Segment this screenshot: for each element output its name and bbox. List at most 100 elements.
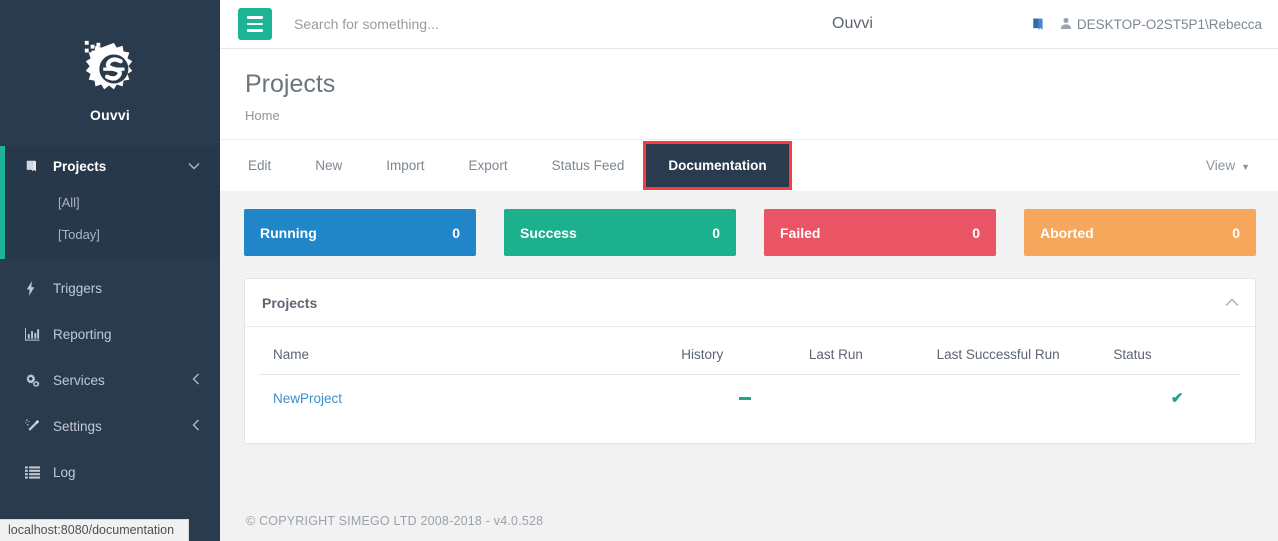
sidebar-item-services[interactable]: Services <box>0 357 220 403</box>
gear-s-logo-icon <box>79 37 141 99</box>
search-input[interactable] <box>294 16 674 32</box>
sidebar-item-reporting[interactable]: Reporting <box>0 311 220 357</box>
tile-count: 0 <box>452 224 460 241</box>
project-link-newproject[interactable]: NewProject <box>273 391 342 406</box>
tab-label: New <box>315 158 343 173</box>
status-bar-url: localhost:8080/documentation <box>8 523 175 537</box>
cell-history <box>681 375 809 422</box>
tile-success[interactable]: Success 0 <box>504 209 736 256</box>
tab-status-feed[interactable]: Status Feed <box>530 140 647 191</box>
projects-panel: Projects Name History Last Run Last Succ… <box>244 278 1256 444</box>
user-label: DESKTOP-O2ST5P1\Rebecca <box>1076 16 1262 32</box>
projects-panel-title: Projects <box>262 294 318 311</box>
main-region: Ouvvi DESKTOP-O2ST5P1\Rebecca Projects H… <box>220 0 1278 541</box>
tile-aborted[interactable]: Aborted 0 <box>1024 209 1256 256</box>
tile-count: 0 <box>972 224 980 241</box>
sidebar-item-projects-all[interactable]: [All] <box>5 186 220 218</box>
app-title: Ouvvi <box>832 15 873 32</box>
status-tiles: Running 0 Success 0 Failed 0 Aborted 0 <box>244 209 1256 256</box>
sidebar-item-label: Log <box>53 464 76 480</box>
sidebar-item-projects[interactable]: Projects <box>5 146 220 186</box>
chevron-up-icon[interactable] <box>1225 295 1239 310</box>
tile-label: Aborted <box>1040 224 1094 241</box>
browser-status-bar: localhost:8080/documentation <box>0 519 190 541</box>
chevron-left-icon[interactable] <box>192 419 200 433</box>
tile-running[interactable]: Running 0 <box>244 209 476 256</box>
page-title: Projects <box>245 70 336 98</box>
footer: © COPYRIGHT SIMEGO LTD 2008-2018 - v4.0.… <box>220 501 1278 541</box>
check-icon: ✔ <box>1170 390 1184 407</box>
user-icon <box>1060 17 1072 32</box>
sidebar-nav-list: Triggers Reporting Services Settings Log <box>0 259 220 495</box>
sidebar-item-projects-label: Projects <box>53 158 107 174</box>
projects-table: Name History Last Run Last Successful Ru… <box>259 341 1241 421</box>
tab-label: Import <box>386 158 425 173</box>
tab-label: Status Feed <box>551 158 625 173</box>
application-window: Ouvvi Projects [All] [Today] Triggers Re… <box>0 0 1278 541</box>
projects-table-head: Name History Last Run Last Successful Ru… <box>259 341 1241 375</box>
projects-panel-header: Projects <box>245 279 1255 327</box>
tab-label: Edit <box>248 158 272 173</box>
tab-new[interactable]: New <box>293 140 364 191</box>
cell-name: NewProject <box>259 375 681 422</box>
chevron-left-icon[interactable] <box>192 373 200 387</box>
sidebar-item-label: Reporting <box>53 326 112 342</box>
projects-panel-body: Name History Last Run Last Successful Ru… <box>245 327 1255 443</box>
sidebar-subitem-label: [All] <box>58 194 80 210</box>
tile-count: 0 <box>1232 224 1240 241</box>
sidebar-section-spacer <box>5 250 220 259</box>
sidebar-item-label: Settings <box>53 418 102 434</box>
table-row: NewProject ✔ <box>259 375 1241 422</box>
tab-label: Documentation <box>668 158 767 173</box>
brand-name: Ouvvi <box>90 107 130 123</box>
book-icon <box>25 159 45 173</box>
breadcrumb[interactable]: Home <box>245 108 1278 123</box>
content-area: Running 0 Success 0 Failed 0 Aborted 0 P… <box>220 191 1278 501</box>
cell-last-successful-run <box>937 375 1114 422</box>
view-dropdown-label: View <box>1206 158 1236 173</box>
tile-failed[interactable]: Failed 0 <box>764 209 996 256</box>
sidebar-item-triggers[interactable]: Triggers <box>0 265 220 311</box>
sidebar-item-label: Services <box>53 372 105 388</box>
tab-export[interactable]: Export <box>447 140 530 191</box>
sidebar-item-projects-today[interactable]: [Today] <box>5 218 220 250</box>
tile-label: Failed <box>780 224 821 241</box>
list-icon <box>25 465 45 479</box>
chevron-down-icon[interactable] <box>188 160 200 172</box>
tab-documentation[interactable]: Documentation <box>646 144 789 187</box>
sidebar-item-label: Triggers <box>53 280 103 296</box>
bar-chart-icon <box>25 327 45 341</box>
tab-edit[interactable]: Edit <box>226 140 293 191</box>
column-header-name: Name <box>259 341 682 375</box>
tab-import[interactable]: Import <box>364 140 446 191</box>
sidebar-item-settings[interactable]: Settings <box>0 403 220 449</box>
bolt-icon <box>25 280 45 296</box>
sidebar-item-log[interactable]: Log <box>0 449 220 495</box>
tab-bar: Edit New Import Export Status Feed Docum… <box>220 139 1278 191</box>
table-header-row: Name History Last Run Last Successful Ru… <box>259 341 1241 375</box>
column-header-status: Status <box>1113 341 1241 375</box>
tab-label: Export <box>468 158 508 173</box>
top-bar-right: DESKTOP-O2ST5P1\Rebecca <box>1031 17 1262 32</box>
sidebar-subitem-label: [Today] <box>58 226 100 242</box>
tile-label: Running <box>260 224 317 241</box>
history-sparkline[interactable] <box>739 397 752 401</box>
sidebar: Ouvvi Projects [All] [Today] Triggers Re… <box>0 0 220 541</box>
gears-icon <box>25 373 45 388</box>
magic-wand-icon <box>25 419 45 434</box>
view-dropdown[interactable]: View ▼ <box>1206 140 1256 191</box>
hamburger-icon[interactable] <box>238 8 272 40</box>
tile-count: 0 <box>712 224 720 241</box>
sidebar-section-projects: Projects [All] [Today] <box>0 146 220 259</box>
brand-block[interactable]: Ouvvi <box>0 0 220 146</box>
column-header-history: History <box>681 341 809 375</box>
cell-last-run <box>809 375 937 422</box>
top-bar: Ouvvi DESKTOP-O2ST5P1\Rebecca <box>220 0 1278 49</box>
user-menu[interactable]: DESKTOP-O2ST5P1\Rebecca <box>1060 17 1262 32</box>
tile-label: Success <box>520 224 577 241</box>
column-header-last-run: Last Run <box>808 341 937 375</box>
cell-status: ✔ <box>1113 375 1241 422</box>
column-header-last-successful-run: Last Successful Run <box>936 341 1114 375</box>
book-icon[interactable] <box>1031 17 1046 32</box>
page-header: Projects Home <box>220 49 1278 139</box>
